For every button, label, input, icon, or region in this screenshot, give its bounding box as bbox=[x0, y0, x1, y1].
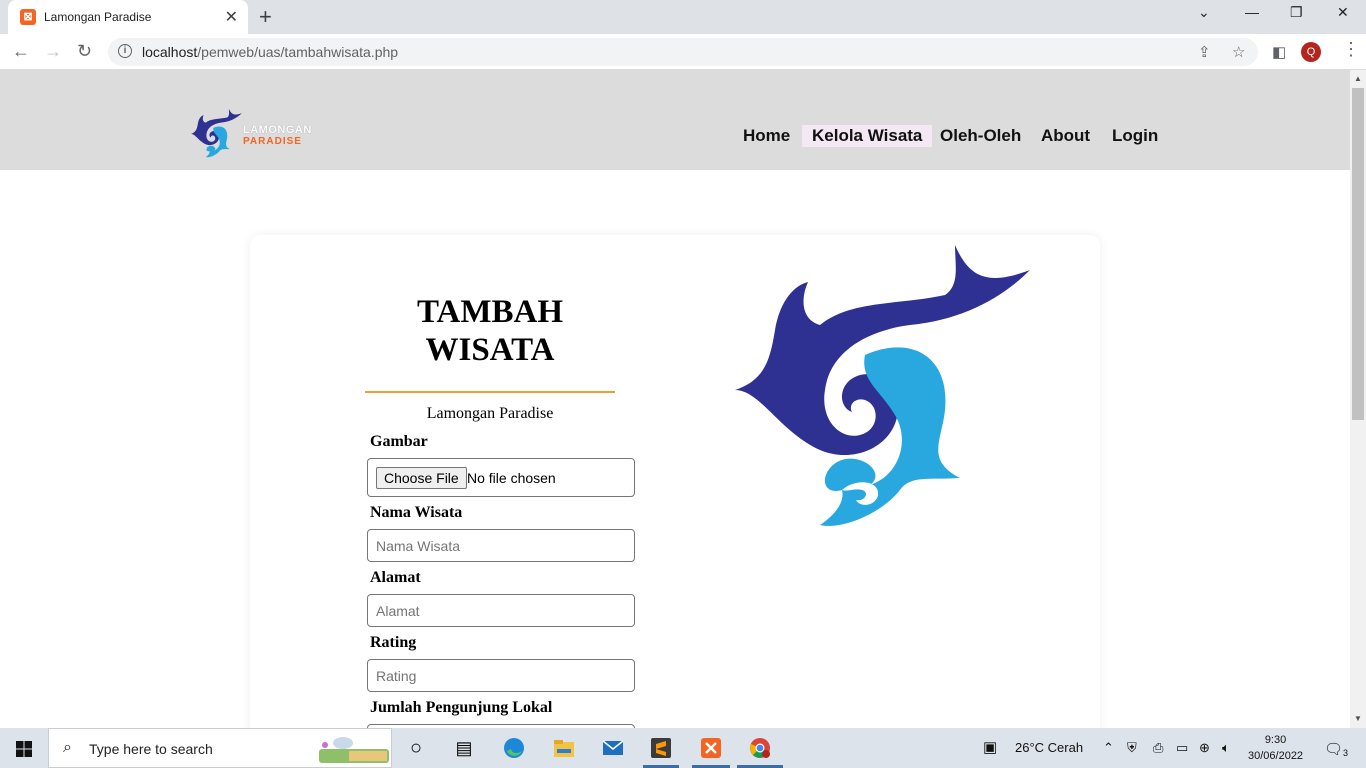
back-icon[interactable]: ← bbox=[12, 41, 30, 62]
tab-search-chevron-icon[interactable]: ⌄ bbox=[1198, 4, 1210, 21]
nav-about[interactable]: About bbox=[1031, 125, 1100, 147]
weather-icon[interactable]: ▣ bbox=[983, 738, 997, 756]
nav-oleh-oleh[interactable]: Oleh-Oleh bbox=[930, 125, 1031, 147]
choose-file-button[interactable]: Choose File bbox=[376, 467, 467, 489]
gambar-file-input[interactable]: Choose File No file chosen bbox=[367, 458, 635, 497]
form-heading: TAMBAH WISATA Lamongan Paradise bbox=[365, 293, 615, 423]
scroll-thumb[interactable] bbox=[1352, 88, 1364, 420]
pengunjung-lokal-label: Jumlah Pengunjung Lokal bbox=[370, 699, 553, 716]
forward-icon[interactable]: → bbox=[44, 41, 62, 62]
mail-icon[interactable] bbox=[602, 737, 624, 759]
share-icon[interactable]: ⇪ bbox=[1198, 43, 1211, 61]
clock-time: 9:30 bbox=[1264, 734, 1287, 746]
alamat-label: Alamat bbox=[370, 569, 421, 586]
usb-device-icon[interactable]: ⎙ bbox=[1153, 740, 1163, 756]
file-explorer-icon[interactable] bbox=[553, 737, 575, 759]
security-shield-icon[interactable]: ⛨ bbox=[1127, 740, 1137, 756]
reload-icon[interactable]: ↻ bbox=[77, 41, 92, 62]
browser-menu-icon[interactable]: ⋮ bbox=[1342, 39, 1360, 60]
widgets-icon[interactable]: ▤ bbox=[453, 737, 475, 759]
sublime-text-icon[interactable] bbox=[650, 737, 672, 759]
scroll-up-icon[interactable]: ▲ bbox=[1354, 74, 1362, 83]
gambar-label: Gambar bbox=[370, 433, 428, 450]
search-icon: ⌕ bbox=[63, 739, 72, 756]
browser-toolbar: ← → ↻ i localhost/pemweb/uas/tambahwisat… bbox=[0, 34, 1366, 70]
title-divider bbox=[365, 391, 615, 393]
volume-icon[interactable]: 🔈︎ bbox=[1222, 740, 1230, 756]
site-header: LAMONGAN PARADISE Home Kelola Wisata Ole… bbox=[0, 70, 1350, 170]
notification-count: 3 bbox=[1343, 748, 1349, 758]
search-highlight-illustration-icon bbox=[319, 737, 389, 763]
alamat-input[interactable] bbox=[367, 594, 635, 627]
bookmark-star-icon[interactable]: ☆ bbox=[1232, 43, 1245, 61]
brand-logo-icon[interactable] bbox=[185, 108, 247, 158]
address-bar[interactable]: i localhost/pemweb/uas/tambahwisata.php … bbox=[108, 38, 1258, 66]
xampp-icon[interactable] bbox=[700, 737, 722, 759]
side-panel-icon[interactable]: ◧ bbox=[1272, 43, 1286, 61]
battery-icon[interactable]: ▭ bbox=[1176, 740, 1188, 756]
chrome-icon[interactable] bbox=[749, 737, 771, 759]
weather-text[interactable]: 26°C Cerah bbox=[1015, 740, 1083, 755]
restore-icon[interactable]: ❐ bbox=[1290, 4, 1303, 21]
browser-tab[interactable]: ⊠ Lamongan Paradise ✕ bbox=[8, 0, 248, 34]
form-card: TAMBAH WISATA Lamongan Paradise Gambar C… bbox=[250, 235, 1100, 728]
page-scrollbar[interactable]: ▲ ▼ bbox=[1350, 70, 1366, 728]
tab-close-icon[interactable]: ✕ bbox=[225, 7, 238, 27]
page-viewport: LAMONGAN PARADISE Home Kelola Wisata Ole… bbox=[0, 70, 1350, 728]
tray-chevron-up-icon[interactable]: ⌃ bbox=[1103, 740, 1114, 756]
system-clock[interactable]: 9:30 30/06/2022 bbox=[1248, 732, 1303, 764]
edge-browser-icon[interactable] bbox=[503, 737, 525, 759]
nav-kelola-wisata[interactable]: Kelola Wisata bbox=[802, 125, 933, 147]
scroll-down-icon[interactable]: ▼ bbox=[1354, 714, 1362, 723]
windows-start-icon[interactable] bbox=[16, 741, 32, 757]
network-globe-icon[interactable]: ⊕ bbox=[1199, 740, 1210, 756]
new-tab-icon[interactable]: + bbox=[259, 4, 272, 30]
search-placeholder: Type here to search bbox=[89, 741, 213, 757]
close-window-icon[interactable]: ✕ bbox=[1337, 4, 1349, 21]
rating-label: Rating bbox=[370, 634, 417, 651]
site-info-icon[interactable]: i bbox=[118, 44, 132, 58]
profile-avatar[interactable]: Q bbox=[1301, 42, 1321, 62]
nama-wisata-input[interactable] bbox=[367, 529, 635, 562]
nav-home[interactable]: Home bbox=[733, 125, 800, 147]
page-subtitle: Lamongan Paradise bbox=[426, 405, 554, 422]
browser-tab-bar: ⊠ Lamongan Paradise ✕ + ⌄ — ❐ ✕ bbox=[0, 0, 1366, 34]
xampp-favicon-icon: ⊠ bbox=[20, 9, 36, 25]
brand-name-line2: PARADISE bbox=[243, 136, 302, 147]
task-view-circle-icon[interactable]: ○ bbox=[405, 737, 427, 759]
page-title: TAMBAH WISATA bbox=[416, 294, 564, 368]
brand-name-line1: LAMONGAN bbox=[243, 124, 312, 136]
url-text[interactable]: localhost/pemweb/uas/tambahwisata.php bbox=[142, 44, 398, 60]
taskbar-search[interactable]: ⌕ Type here to search bbox=[48, 728, 392, 768]
windows-taskbar: ⌕ Type here to search ○ ▤ ▣ 26°C Cerah ⌃… bbox=[0, 728, 1366, 768]
nama-wisata-label: Nama Wisata bbox=[370, 504, 463, 521]
notification-center-icon[interactable]: 🗨︎3 bbox=[1324, 740, 1348, 758]
tab-title: Lamongan Paradise bbox=[44, 10, 152, 24]
lamongan-paradise-logo-icon bbox=[735, 245, 1030, 526]
minimize-icon[interactable]: — bbox=[1245, 4, 1259, 20]
clock-date: 30/06/2022 bbox=[1248, 750, 1304, 762]
file-status: No file chosen bbox=[467, 470, 556, 486]
nav-login[interactable]: Login bbox=[1102, 125, 1168, 147]
rating-input[interactable] bbox=[367, 659, 635, 692]
